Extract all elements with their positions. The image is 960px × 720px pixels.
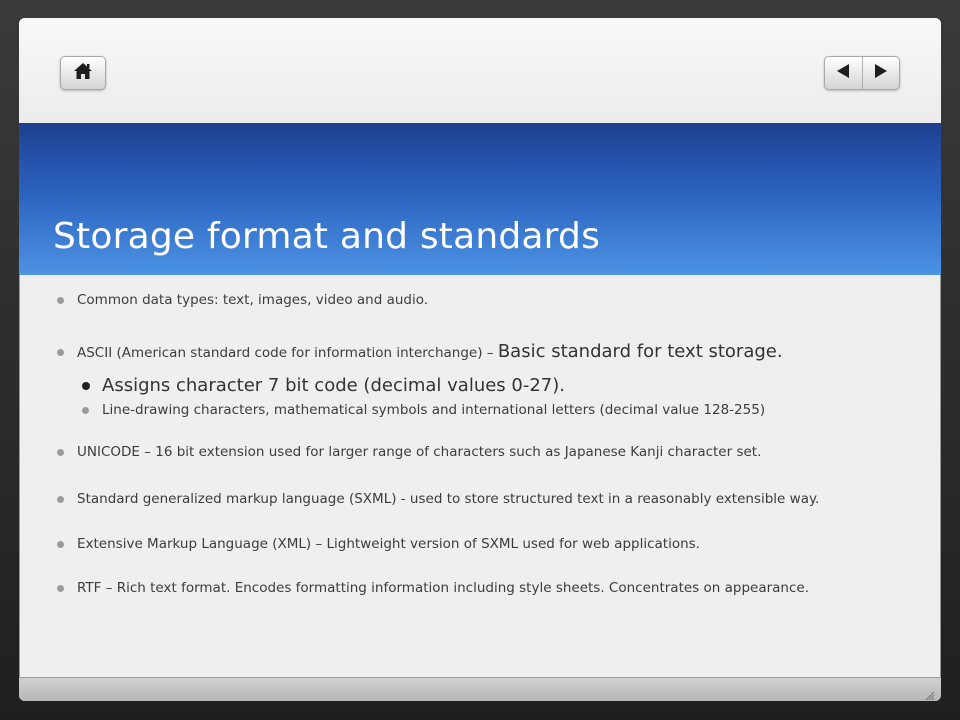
- bullet-item: Common data types: text, images, video a…: [56, 292, 429, 308]
- bullet-text: ASCII (American standard code for inform…: [77, 345, 498, 361]
- sub-bullet-item: Line-drawing characters, mathematical sy…: [81, 402, 766, 418]
- previous-slide-button[interactable]: [825, 57, 863, 89]
- slide-frame: Storage format and standards Common data…: [0, 0, 960, 720]
- sub-bullet-item: Assigns character 7 bit code (decimal va…: [82, 375, 565, 396]
- bullet-item: UNICODE – 16 bit extension used for larg…: [56, 444, 762, 460]
- slide-navigation: [824, 56, 900, 90]
- slide: Storage format and standards Common data…: [19, 18, 941, 701]
- bullet-item: RTF – Rich text format. Encodes formatti…: [57, 580, 809, 596]
- footer-bar: [19, 677, 941, 701]
- slide-header-area: [19, 18, 941, 123]
- home-icon: [73, 62, 93, 84]
- bullet-item: Extensive Markup Language (XML) – Lightw…: [57, 536, 700, 552]
- bullet-item: ASCII (American standard code for inform…: [57, 341, 783, 362]
- next-slide-button[interactable]: [863, 57, 900, 89]
- triangle-right-icon: [874, 63, 888, 83]
- resize-grip-icon[interactable]: [923, 686, 935, 701]
- title-band: Storage format and standards: [19, 123, 941, 275]
- bullet-emphasis-text: Basic standard for text storage.: [497, 341, 783, 362]
- bullet-item: Standard generalized markup language (SX…: [56, 491, 820, 507]
- home-button[interactable]: [60, 56, 106, 90]
- slide-title: Storage format and standards: [53, 216, 601, 257]
- triangle-left-icon: [836, 63, 850, 83]
